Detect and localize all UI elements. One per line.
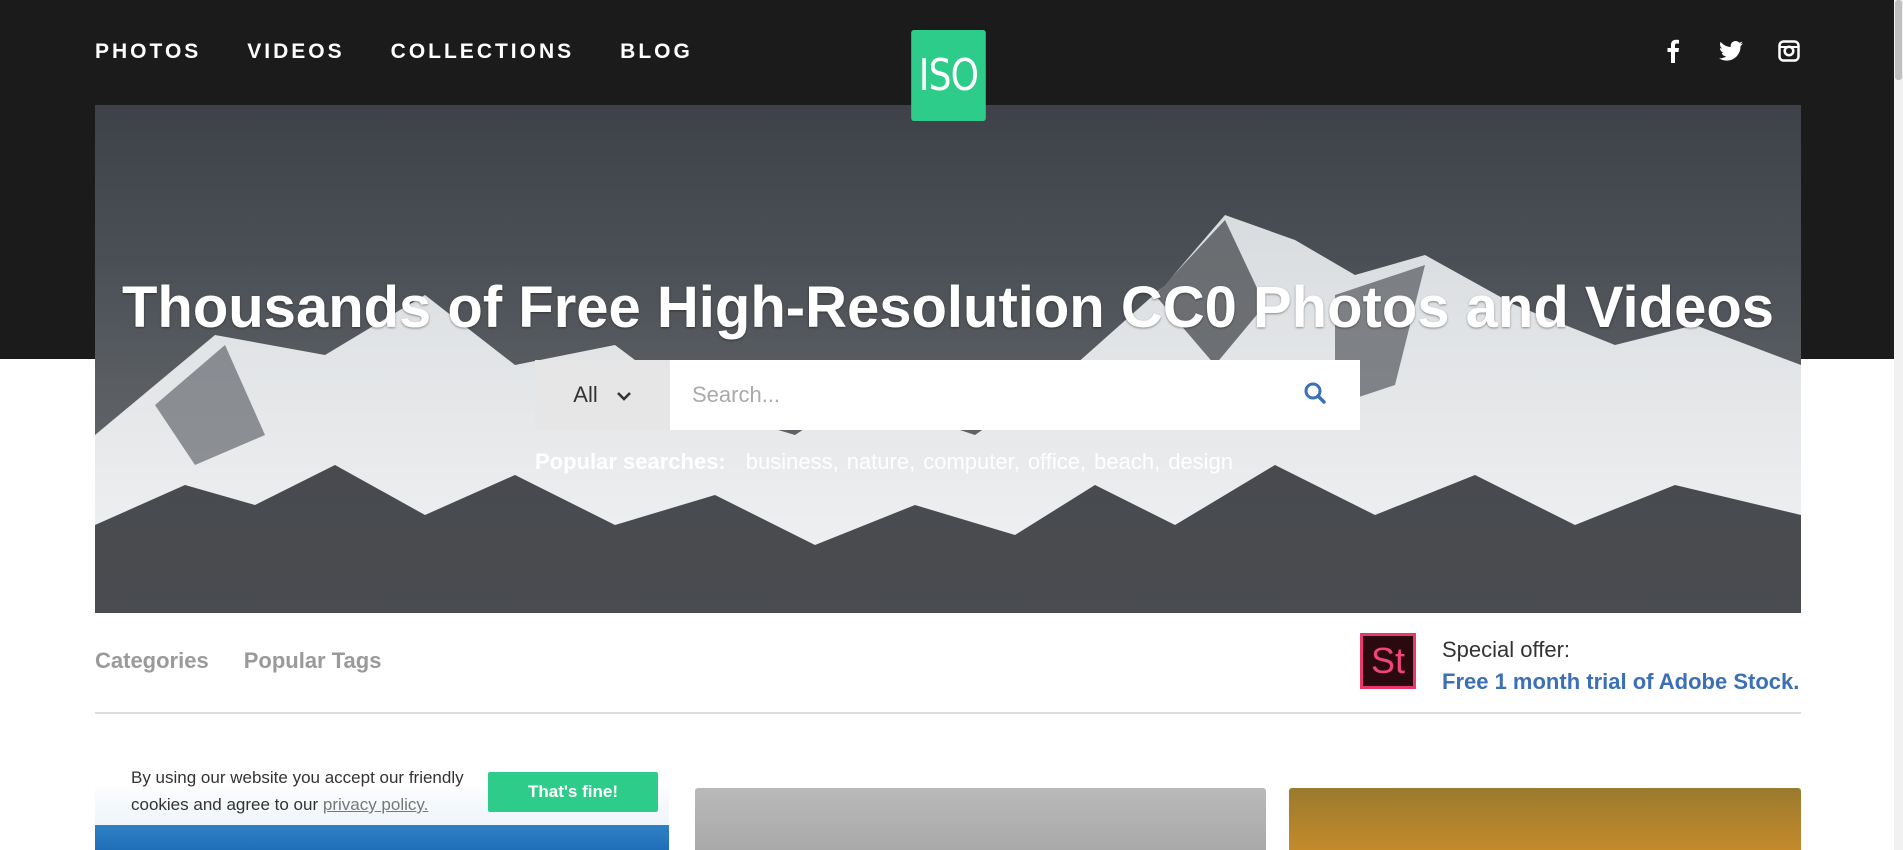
popular-searches-label: Popular searches: [535, 449, 726, 474]
special-offer-label: Special offer: [1442, 637, 1571, 662]
search-type-select[interactable]: All [535, 360, 670, 430]
page-scrollbar[interactable] [1894, 0, 1903, 850]
special-offer: Special offer: Free 1 month trial of Ado… [1442, 634, 1799, 698]
twitter-icon[interactable] [1718, 38, 1744, 64]
popular-term-nature[interactable]: nature, [847, 449, 916, 475]
nav-item-photos[interactable]: PHOTOS [95, 40, 201, 64]
scrollbar-thumb[interactable] [1895, 0, 1902, 80]
popular-term-beach[interactable]: beach, [1094, 449, 1160, 475]
cookie-banner: By using our website you accept our frie… [95, 750, 675, 825]
site-logo[interactable]: ISO [911, 30, 986, 121]
search-input[interactable] [670, 360, 1270, 430]
photo-thumbnail[interactable] [695, 788, 1266, 850]
special-offer-link[interactable]: Free 1 month trial of Adobe Stock. [1442, 666, 1799, 698]
mountain-background-image [95, 215, 1801, 613]
main-nav: PHOTOS VIDEOS COLLECTIONS BLOG [95, 40, 693, 64]
search-button[interactable] [1270, 360, 1360, 430]
popular-term-design[interactable]: design [1168, 449, 1233, 475]
search-type-value: All [573, 382, 598, 407]
tab-popular-tags[interactable]: Popular Tags [244, 648, 382, 674]
hero-banner: Thousands of Free High-Resolution CC0 Ph… [95, 105, 1801, 613]
popular-term-business[interactable]: business, [746, 449, 839, 475]
instagram-icon[interactable] [1776, 38, 1802, 64]
nav-item-videos[interactable]: VIDEOS [247, 40, 344, 64]
facebook-icon[interactable] [1660, 38, 1686, 64]
chevron-down-icon [616, 382, 632, 408]
social-links [1660, 38, 1802, 64]
photo-thumbnail[interactable] [1289, 788, 1801, 850]
search-icon [1303, 381, 1327, 410]
search-bar: All [535, 360, 1360, 430]
privacy-policy-link[interactable]: privacy policy. [323, 795, 429, 814]
popular-term-computer[interactable]: computer, [923, 449, 1020, 475]
hero-title: Thousands of Free High-Resolution CC0 Ph… [121, 274, 1775, 340]
popular-term-office[interactable]: office, [1028, 449, 1086, 475]
popular-searches: Popular searches: business, nature, comp… [535, 449, 1233, 475]
adobe-stock-icon[interactable]: St [1360, 633, 1416, 689]
nav-item-collections[interactable]: COLLECTIONS [391, 40, 575, 64]
tab-categories[interactable]: Categories [95, 648, 209, 674]
cookie-message: By using our website you accept our frie… [131, 764, 481, 818]
accept-cookies-button[interactable]: That's fine! [488, 772, 658, 812]
nav-item-blog[interactable]: BLOG [620, 40, 693, 64]
section-divider [95, 712, 1801, 714]
browse-tabs: Categories Popular Tags [95, 648, 381, 674]
